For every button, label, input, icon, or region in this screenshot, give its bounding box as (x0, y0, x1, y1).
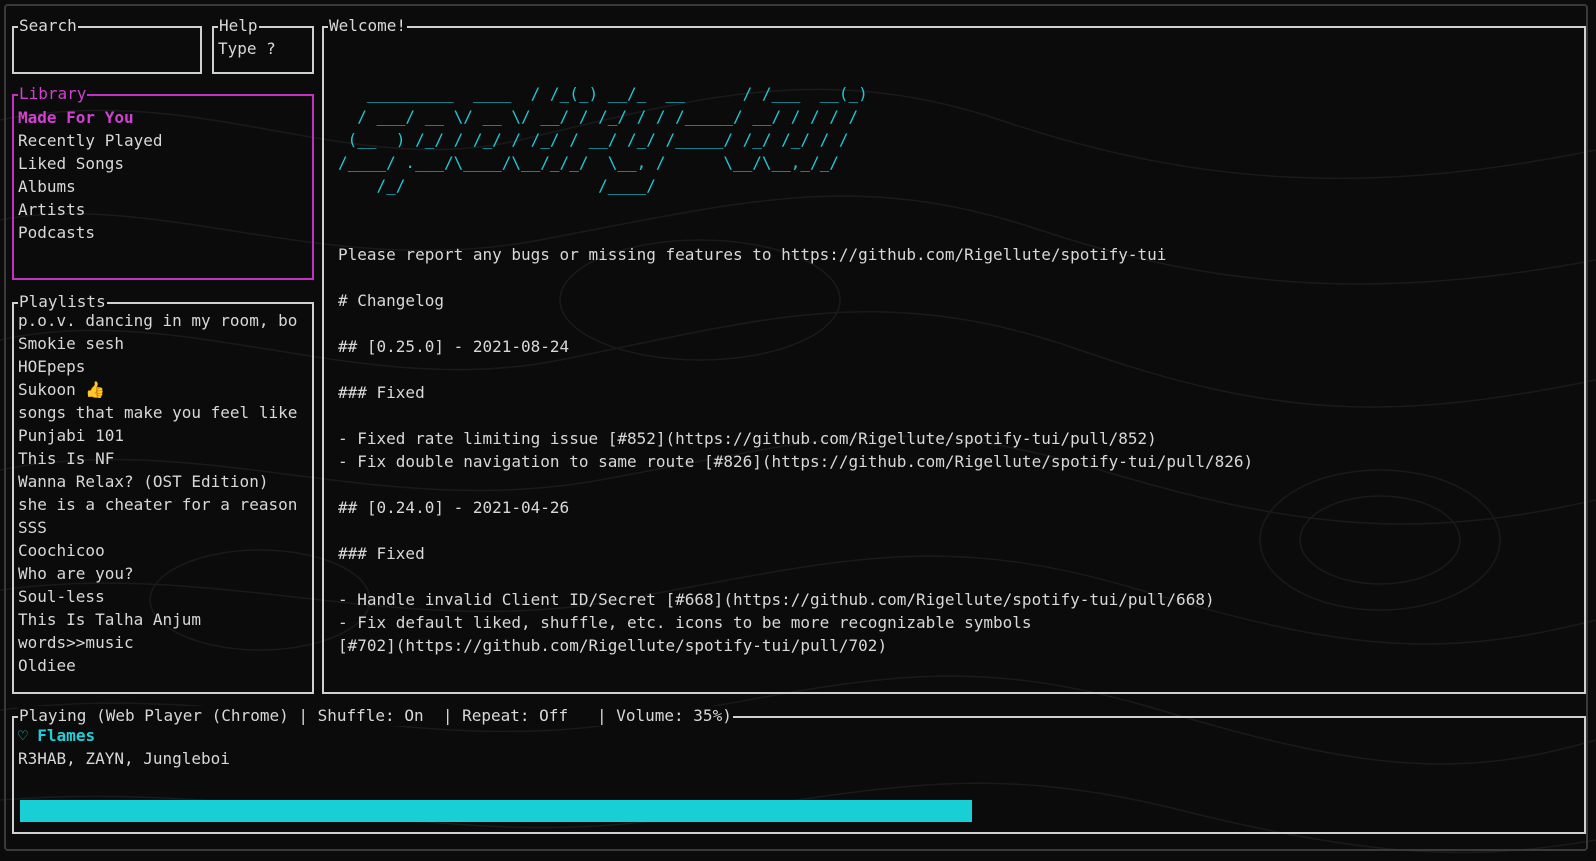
welcome-title: Welcome! (328, 16, 408, 36)
fixed-heading: ### Fixed (338, 544, 425, 563)
playlist-item[interactable]: This Is NF (18, 447, 310, 470)
help-text: Type ? (218, 39, 276, 58)
library-panel: Library Made For You Recently Played Lik… (12, 84, 314, 280)
heart-icon[interactable]: ♡ (18, 726, 28, 745)
changelog-entry: - Fix default liked, shuffle, etc. icons… (338, 613, 1032, 632)
playlist-item[interactable]: songs that make you feel like (18, 401, 310, 424)
playlist-item[interactable]: Who are you? (18, 562, 310, 585)
help-panel: Help Type ? (212, 16, 314, 74)
playlist-item[interactable]: HOEpeps (18, 355, 310, 378)
playlist-item[interactable]: Wanna Relax? (OST Edition) (18, 470, 310, 493)
track-title: Flames (37, 726, 96, 745)
ascii-logo: _________ ____ / /_(_) __/_ __ / /___ __… (338, 82, 1253, 197)
bug-report-text: Please report any bugs or missing featur… (338, 245, 1167, 264)
library-item-recently-played[interactable]: Recently Played (18, 129, 163, 152)
changelog-entry: - Fix double navigation to same route [#… (338, 452, 1254, 471)
playback-progress-bar[interactable] (20, 800, 972, 822)
search-title: Search (18, 16, 78, 36)
changelog-entry: - Handle invalid Client ID/Secret [#668]… (338, 590, 1215, 609)
playlist-item[interactable]: Soul-less (18, 585, 310, 608)
playlist-item[interactable]: Sukoon 👍 (18, 378, 310, 401)
playlist-item[interactable]: This Is Talha Anjum (18, 608, 310, 631)
version-heading: ## [0.24.0] - 2021-04-26 (338, 498, 570, 517)
library-item-artists[interactable]: Artists (18, 198, 163, 221)
welcome-text-line (338, 312, 1253, 335)
library-item-albums[interactable]: Albums (18, 175, 163, 198)
ascii-logo-line: /_/ /____/ (338, 176, 656, 195)
help-title: Help (218, 16, 259, 36)
playlist-item[interactable]: Oldiee (18, 654, 310, 677)
welcome-text-line (338, 404, 1253, 427)
now-playing-track-row: ♡ Flames (18, 724, 230, 747)
fixed-heading: ### Fixed (338, 383, 425, 402)
track-artists: R3HAB, ZAYN, Jungleboi (18, 749, 230, 768)
ascii-logo-line: (__ ) /_/ / /_/ / /_/ / __/ /_/ /_____/ … (338, 130, 849, 149)
welcome-text-line (338, 220, 1253, 243)
playing-status-title: Playing (Web Player (Chrome) | Shuffle: … (18, 706, 733, 726)
playlist-item[interactable]: SSS (18, 516, 310, 539)
changelog-entry: [#702](https://github.com/Rigellute/spot… (338, 636, 888, 655)
playlist-item[interactable]: Coochicoo (18, 539, 310, 562)
playlists-panel: Playlists p.o.v. dancing in my room, bo … (12, 292, 314, 694)
welcome-text-line (338, 197, 1253, 220)
welcome-text-line (338, 358, 1253, 381)
welcome-text-line (338, 519, 1253, 542)
welcome-text-line (338, 565, 1253, 588)
playing-panel: Playing (Web Player (Chrome) | Shuffle: … (12, 706, 1586, 834)
playlist-item[interactable]: she is a cheater for a reason (18, 493, 310, 516)
ascii-logo-line: _________ ____ / /_(_) __/_ __ / /___ __… (338, 84, 868, 103)
changelog-entry: - Fixed rate limiting issue [#852](https… (338, 429, 1157, 448)
changelog-heading: # Changelog (338, 291, 444, 310)
search-input[interactable] (20, 40, 194, 66)
search-panel[interactable]: Search (12, 16, 202, 74)
welcome-text-line (338, 266, 1253, 289)
version-heading: ## [0.25.0] - 2021-08-24 (338, 337, 570, 356)
playlist-item[interactable]: p.o.v. dancing in my room, bo (18, 309, 310, 332)
welcome-text-line (338, 473, 1253, 496)
ascii-logo-line: /____/ .___/\____/\__/_/_/ \__, / \__/\_… (338, 153, 839, 172)
playlist-item[interactable]: Punjabi 101 (18, 424, 310, 447)
welcome-panel: Welcome! _________ ____ / /_(_) __/_ __ … (322, 16, 1586, 694)
library-title: Library (18, 84, 88, 104)
ascii-logo-line: / ___/ __ \/ __ \/ __/ / /_/ / / /_____/… (338, 107, 859, 126)
library-item-liked-songs[interactable]: Liked Songs (18, 152, 163, 175)
library-item-made-for-you[interactable]: Made For You (18, 106, 163, 129)
library-item-podcasts[interactable]: Podcasts (18, 221, 163, 244)
playlist-item[interactable]: words>>music (18, 631, 310, 654)
playlist-item[interactable]: Smokie sesh (18, 332, 310, 355)
